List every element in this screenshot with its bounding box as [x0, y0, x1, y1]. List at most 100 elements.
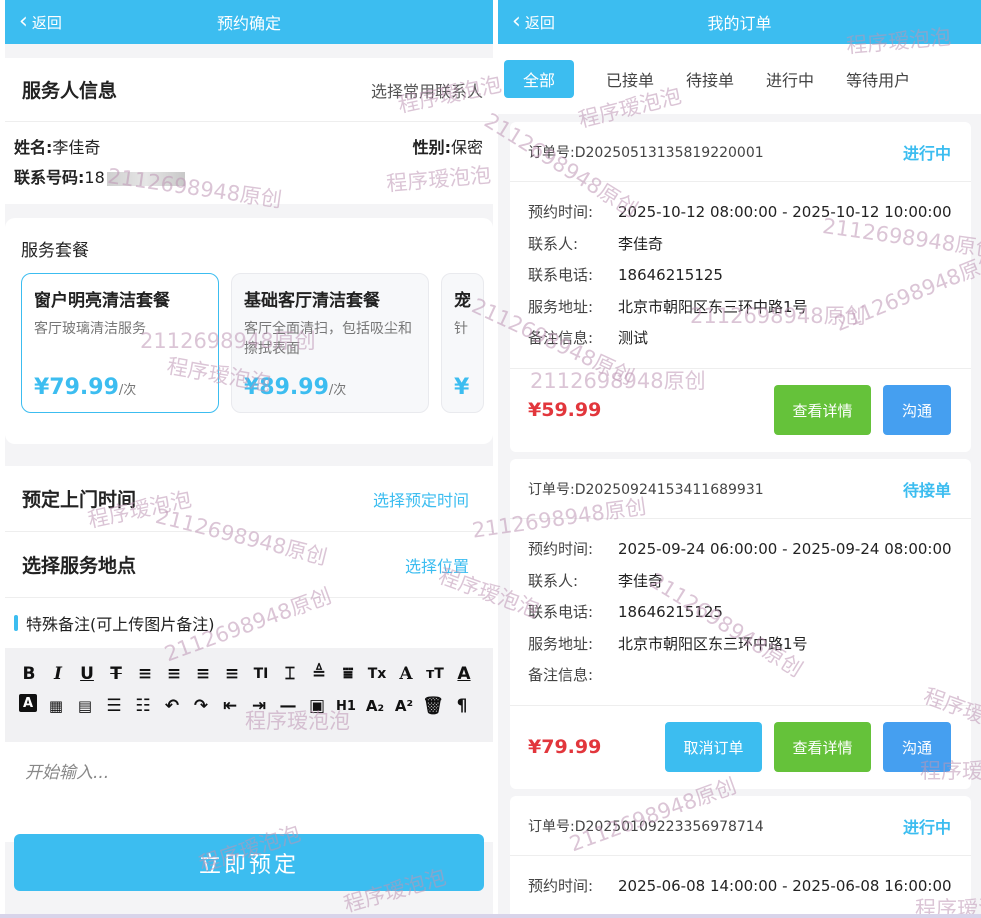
horizontal-rule-icon[interactable]: — [278, 694, 298, 718]
tab-waiting-user[interactable]: 等待用户 [846, 67, 910, 91]
superscript-icon[interactable]: A² [394, 694, 414, 718]
image-icon[interactable]: ▣ [307, 694, 327, 718]
view-detail-button[interactable]: 查看详情 [774, 385, 871, 435]
package-card[interactable]: 基础客厅清洁套餐 客厅全面清扫，包括吸尘和擦拭表面 ¥89.99/次 [231, 273, 429, 413]
order-number: 订单号:D20250109223356978714 [528, 816, 764, 836]
order-number-label: 订单号: [528, 818, 575, 835]
clear-format-icon[interactable]: Tx [367, 662, 387, 686]
text-color-icon[interactable]: A [454, 662, 474, 686]
cancel-order-button[interactable]: 取消订单 [665, 722, 762, 772]
clipboard-icon[interactable]: ▤ [75, 694, 95, 718]
strikethrough-icon[interactable]: T [106, 662, 126, 686]
ordered-list-icon[interactable]: ☷ [133, 694, 153, 718]
package-section: 服务套餐 窗户明亮清洁套餐 客厅玻璃清洁服务 ¥79.99/次 基础客厅清洁套餐… [5, 218, 493, 444]
booking-time: 2025-06-08 14:00:00 - 2025-06-08 16:00:0… [618, 876, 952, 895]
subscript-icon[interactable]: A₂ [365, 694, 385, 718]
package-price: ¥89.99/次 [244, 375, 346, 400]
tab-in-progress[interactable]: 进行中 [766, 67, 814, 91]
view-detail-button[interactable]: 查看详情 [774, 722, 871, 772]
info-label: 联系人: [528, 571, 579, 590]
name-value: 李佳奇 [52, 138, 101, 157]
outdent-icon[interactable]: ⇤ [220, 694, 240, 718]
tab-accepted[interactable]: 已接单 [606, 67, 654, 91]
bold-icon[interactable]: B [19, 662, 39, 686]
calendar-icon[interactable]: ▦ [46, 694, 66, 718]
info-label: 联系电话: [528, 603, 594, 622]
order-number: 订单号:D20250513135819220001 [528, 142, 764, 162]
phone-field: 联系号码:18 [14, 164, 483, 188]
order-footer: ¥79.99 取消订单 查看详情 沟通 [510, 704, 971, 789]
align-justify-icon[interactable]: ≡ [222, 662, 242, 686]
package-desc: 客厅全面清扫，包括吸尘和擦拭表面 [244, 321, 412, 357]
heading-icon[interactable]: H1 [336, 694, 356, 718]
underline-icon[interactable]: U [77, 662, 97, 686]
back-button[interactable]: ‹ 返回 [19, 0, 62, 44]
order-number-label: 订单号: [528, 144, 575, 161]
info-label: 备注信息: [528, 329, 594, 348]
line-height-icon[interactable]: ≜ [309, 662, 329, 686]
order-price: ¥59.99 [528, 399, 602, 421]
phone-mask [106, 171, 185, 186]
italic-icon[interactable]: I [48, 662, 68, 686]
text-size-icon[interactable]: тT [425, 662, 445, 686]
service-address: 北京市朝阳区东三环中路1号 [618, 634, 808, 653]
info-label: 备注信息: [528, 666, 594, 685]
info-label: 预约时间: [528, 203, 594, 222]
remark-editor[interactable]: 开始输入... [5, 742, 493, 842]
order-footer: ¥59.99 查看详情 沟通 [510, 367, 971, 452]
delete-icon[interactable]: 🗑 [422, 694, 444, 718]
indent-icon[interactable]: ⇥ [249, 694, 269, 718]
location-row: 选择服务地点 选择位置 [5, 532, 493, 598]
align-center-icon[interactable]: ≡ [164, 662, 184, 686]
text-cursor-icon[interactable]: ⌶ [280, 662, 300, 686]
price-value: ¥89.99 [244, 375, 329, 400]
person-info: 姓名:李佳奇 性别:保密 联系号码:18 [5, 122, 493, 204]
chat-button[interactable]: 沟通 [883, 722, 951, 772]
chevron-left-icon: ‹ [512, 9, 521, 34]
contact-name: 李佳奇 [618, 234, 664, 253]
choose-location-link[interactable]: 选择位置 [405, 553, 469, 577]
accent-bar [14, 615, 18, 631]
book-now-button[interactable]: 立即预定 [14, 834, 484, 891]
order-number: 订单号:D20250924153411689931 [528, 479, 764, 499]
order-number-value: D20250513135819220001 [574, 144, 764, 161]
location-label: 选择服务地点 [22, 555, 137, 577]
redo-icon[interactable]: ↷ [191, 694, 211, 718]
font-size-icon[interactable]: TI [251, 662, 271, 686]
bg-color-icon[interactable]: A [19, 694, 37, 712]
section-title: 服务人信息 [22, 80, 118, 102]
chat-button[interactable]: 沟通 [883, 385, 951, 435]
package-price: ¥79.99/次 [34, 375, 136, 400]
tab-pending[interactable]: 待接单 [686, 67, 734, 91]
status-badge: 待接单 [902, 480, 951, 500]
info-label: 联系电话: [528, 266, 594, 285]
undo-icon[interactable]: ↶ [162, 694, 182, 718]
choose-contact-link[interactable]: 选择常用联系人 [371, 78, 483, 102]
package-name: 基础客厅清洁套餐 [244, 291, 380, 311]
my-orders-screen: ‹ 返回 我的订单 全部 已接单 待接单 进行中 等待用户 订单号:D20250… [498, 0, 981, 918]
order-header: 订单号:D20250924153411689931 待接单 [510, 459, 971, 519]
paragraph-spacing-icon[interactable]: ⩸ [338, 662, 358, 686]
package-card[interactable]: 窗户明亮清洁套餐 客厅玻璃清洁服务 ¥79.99/次 [21, 273, 219, 413]
font-family-icon[interactable]: A [396, 662, 416, 686]
align-right-icon[interactable]: ≡ [193, 662, 213, 686]
chevron-left-icon: ‹ [19, 9, 28, 34]
order-number-label: 订单号: [528, 481, 575, 498]
package-card[interactable]: 宠 针 ¥ [441, 273, 484, 413]
order-card: 订单号:D20250109223356978714 进行中 预约时间: 2025-… [510, 796, 971, 918]
package-list: 窗户明亮清洁套餐 客厅玻璃清洁服务 ¥79.99/次 基础客厅清洁套餐 客厅全面… [21, 273, 493, 413]
nav-bar: ‹ 返回 我的订单 [498, 0, 981, 44]
booking-confirm-screen: ‹ 返回 预约确定 服务人信息 选择常用联系人 姓名:李佳奇 性别:保密 联系号… [5, 0, 493, 918]
back-button[interactable]: ‹ 返回 [512, 0, 555, 44]
paragraph-icon[interactable]: ¶ [452, 694, 472, 718]
booking-time: 2025-09-24 06:00:00 - 2025-09-24 08:00:0… [618, 539, 952, 558]
align-left-icon[interactable]: ≡ [135, 662, 155, 686]
back-label: 返回 [31, 13, 62, 32]
status-badge: 进行中 [902, 143, 951, 163]
choose-time-link[interactable]: 选择预定时间 [373, 487, 469, 511]
tab-all[interactable]: 全部 [504, 60, 575, 98]
status-badge: 进行中 [902, 817, 951, 837]
remark-header: 特殊备注(可上传图片备注) [5, 598, 493, 648]
unordered-list-icon[interactable]: ☰ [104, 694, 124, 718]
name-label: 姓名: [14, 138, 53, 157]
